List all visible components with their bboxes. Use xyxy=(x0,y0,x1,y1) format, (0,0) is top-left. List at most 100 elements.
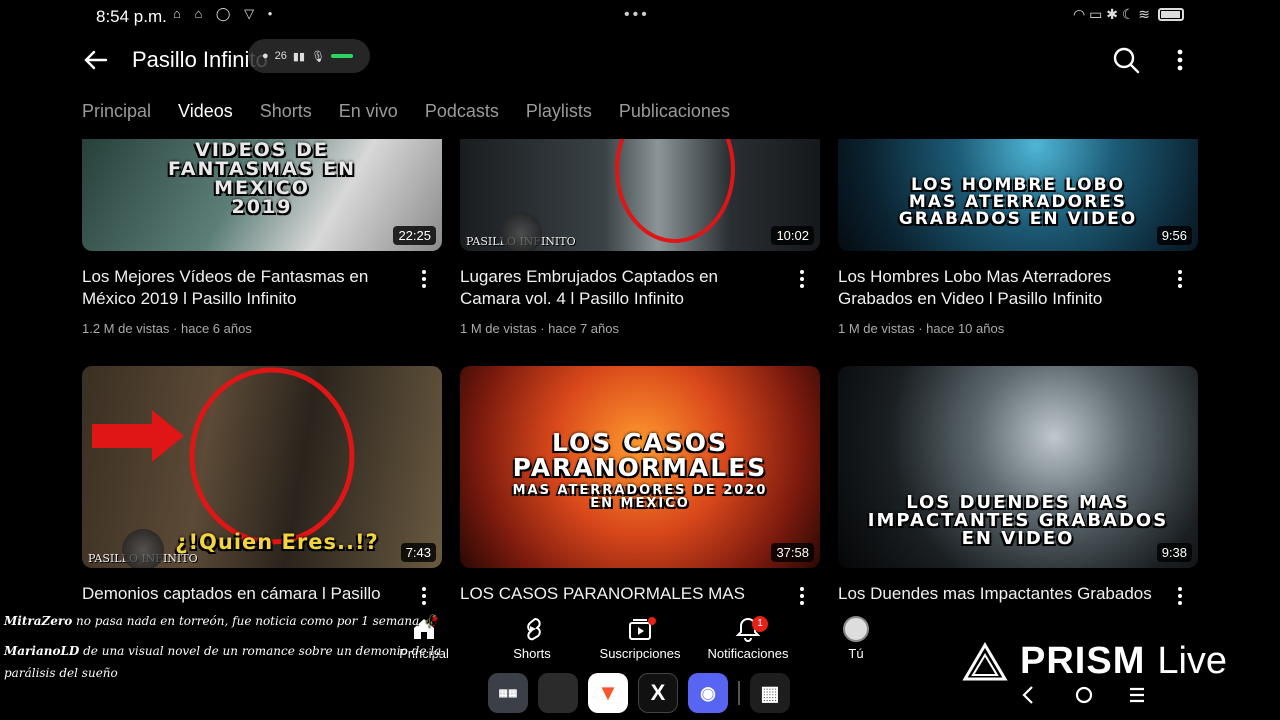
video-title[interactable]: Los Hombres Lobo Mas Aterradores Grabado… xyxy=(838,266,1158,310)
channel-title: Pasillo Infinito xyxy=(132,47,268,72)
discord-icon[interactable]: ◉ xyxy=(688,673,728,713)
red-circle-highlight xyxy=(189,367,355,545)
multitask-dots-icon[interactable]: ••• xyxy=(624,6,650,24)
red-circle-highlight xyxy=(615,139,735,243)
back-arrow-icon[interactable] xyxy=(80,44,112,76)
tab-en-vivo[interactable]: En vivo xyxy=(339,101,398,122)
video-duration: 22:25 xyxy=(393,226,436,245)
video-meta: 1.2 M de vistas · hace 6 años xyxy=(82,321,252,336)
notification-badge: 1 xyxy=(752,616,768,632)
status-time: 8:54 p.m. xyxy=(96,7,167,26)
video-title[interactable]: Los Mejores Vídeos de Fantasmas en Méxic… xyxy=(82,266,402,310)
audio-level-bar xyxy=(330,54,353,58)
nav-tu[interactable]: Tú xyxy=(802,616,910,661)
app-shortcut-icon[interactable] xyxy=(538,673,578,713)
video-more-icon[interactable] xyxy=(414,267,434,291)
video-duration: 7:43 xyxy=(400,543,436,562)
system-navigation xyxy=(1022,686,1144,704)
video-more-icon[interactable] xyxy=(792,267,812,291)
thumbnail-text: VIDEOS DE FANTASMAS EN MEXICO 2019 xyxy=(167,139,357,218)
video-thumbnail[interactable]: LOS CASOS PARANORMALES MAS ATERRADORES D… xyxy=(460,366,820,568)
dock-separator xyxy=(738,681,740,705)
more-options-icon[interactable] xyxy=(1166,44,1194,76)
person-icon: ● xyxy=(262,50,269,62)
new-content-dot xyxy=(648,617,656,625)
video-meta: 1 M de vistas · hace 10 años xyxy=(838,321,1005,336)
video-thumbnail[interactable]: LOS HOMBRE LOBO MAS ATERRADORES GRABADOS… xyxy=(838,139,1198,251)
red-arrow xyxy=(92,410,184,462)
video-meta: 1 M de vistas · hace 7 años xyxy=(460,321,619,336)
system-status-icons: ◠ ▭ ✱ ☾ ≋ xyxy=(1073,6,1184,23)
video-duration: 37:58 xyxy=(771,543,814,562)
video-duration: 10:02 xyxy=(771,226,814,245)
prism-brand: PRISM xyxy=(1020,640,1146,682)
video-title[interactable]: LOS CASOS PARANORMALES MAS ATERRADORES D… xyxy=(460,583,780,609)
mic-icon: 🎙 xyxy=(311,50,325,63)
tab-playlists[interactable]: Playlists xyxy=(526,101,592,122)
thumbnail-text: LOS CASOS PARANORMALES xyxy=(512,428,768,482)
video-title[interactable]: Lugares Embrujados Captados en Camara vo… xyxy=(460,266,780,310)
channel-tabs: Principal Videos Shorts En vivo Podcasts… xyxy=(82,101,730,122)
thumbnail-text: LOS HOMBRE LOBO MAS ATERRADORES GRABADOS… xyxy=(898,175,1138,229)
signal-icon: ▮▮ xyxy=(292,50,306,63)
video-title[interactable]: Los Duendes mas Impactantes Grabados en … xyxy=(838,583,1158,609)
thumbnail-text: ¿!Quien Eres..!? xyxy=(175,530,379,554)
live-comments-overlay: MitraZero no pasa nada en torreón, fue n… xyxy=(4,610,444,692)
live-comment: MitraZero no pasa nada en torreón, fue n… xyxy=(4,610,444,632)
tab-publicaciones[interactable]: Publicaciones xyxy=(619,101,730,122)
video-more-icon[interactable] xyxy=(1170,267,1190,291)
channel-logo: PASILLO INFINITO xyxy=(88,529,198,568)
video-more-icon[interactable] xyxy=(414,584,434,608)
thumbnail-text: LOS DUENDES MAS IMPACTANTES GRABADOS EN … xyxy=(867,492,1169,549)
search-icon[interactable] xyxy=(1110,44,1142,76)
prism-suffix: Live xyxy=(1157,640,1228,682)
x-app-icon[interactable]: X xyxy=(638,673,678,713)
system-back-icon[interactable] xyxy=(1022,686,1033,704)
brave-browser-icon[interactable]: ▼ xyxy=(588,673,628,713)
video-thumbnail[interactable]: ¿!Quien Eres..!? PASILLO INFINITO 7:43 xyxy=(82,366,442,568)
nav-notificaciones[interactable]: 1 Notificaciones xyxy=(694,616,802,661)
bottom-navigation: Principal Shorts Suscripciones 1 Notific… xyxy=(370,616,910,664)
nav-label: Shorts xyxy=(513,646,551,661)
channel-logo: PASILLO INFINITO xyxy=(466,212,576,251)
recording-indicator: ● 26 ▮▮ 🎙 xyxy=(248,39,370,73)
video-duration: 9:56 xyxy=(1156,226,1192,245)
video-title[interactable]: Demonios captados en cámara l Pasillo In… xyxy=(82,583,402,609)
battery-icon xyxy=(1158,8,1184,21)
app-header: Pasillo Infinito ● 26 ▮▮ 🎙 xyxy=(0,36,1280,84)
overlay-count: 26 xyxy=(274,50,287,62)
system-recents-icon[interactable] xyxy=(1130,687,1144,703)
video-more-icon[interactable] xyxy=(792,584,812,608)
nav-suscripciones[interactable]: Suscripciones xyxy=(586,616,694,661)
video-grid: VIDEOS DE FANTASMAS EN MEXICO 2019 22:25… xyxy=(0,139,1280,609)
nav-shorts[interactable]: Shorts xyxy=(478,616,586,661)
app-dock: ▦▦ ▼ X ◉ ▦ xyxy=(488,672,790,714)
status-bar: 8:54 p.m. ⌂ ⌂ ◯ ▽ • ••• ◠ ▭ ✱ ☾ ≋ xyxy=(0,0,1280,34)
prism-live-watermark: PRISM Live xyxy=(962,640,1227,683)
comment-text: no pasa nada en torreón, fue noticia com… xyxy=(76,614,439,628)
shorts-icon xyxy=(527,617,541,641)
notification-icons: ⌂ ⌂ ◯ ▽ • xyxy=(173,6,278,21)
video-thumbnail[interactable]: VIDEOS DE FANTASMAS EN MEXICO 2019 22:25 xyxy=(82,139,442,251)
video-thumbnail[interactable]: PASILLO INFINITO 10:02 xyxy=(460,139,820,251)
nav-label: Notificaciones xyxy=(707,646,789,661)
tab-principal[interactable]: Principal xyxy=(82,101,151,122)
prism-logo-icon xyxy=(962,641,1008,680)
nav-label: Suscripciones xyxy=(599,646,681,661)
tab-podcasts[interactable]: Podcasts xyxy=(425,101,499,122)
tab-shorts[interactable]: Shorts xyxy=(260,101,312,122)
video-more-icon[interactable] xyxy=(1170,584,1190,608)
thumbnail-subtext: MAS ATERRADORES DE 2020 EN MEXICO xyxy=(512,483,768,511)
recent-apps-icon[interactable]: ▦▦ xyxy=(488,673,528,713)
tab-videos[interactable]: Videos xyxy=(178,101,233,122)
comment-user: MitraZero xyxy=(4,614,73,628)
system-home-icon[interactable] xyxy=(1075,686,1093,704)
video-duration: 9:38 xyxy=(1156,543,1192,562)
live-comment: MarianoLD de una visual novel de un roma… xyxy=(4,640,444,684)
video-thumbnail[interactable]: LOS DUENDES MAS IMPACTANTES GRABADOS EN … xyxy=(838,366,1198,568)
app-drawer-icon[interactable]: ▦ xyxy=(750,673,790,713)
avatar xyxy=(843,616,869,642)
system-icons: ◠ ▭ ✱ ☾ ≋ xyxy=(1072,6,1150,22)
nav-label: Tú xyxy=(848,646,864,661)
comment-user: MarianoLD xyxy=(4,644,80,658)
